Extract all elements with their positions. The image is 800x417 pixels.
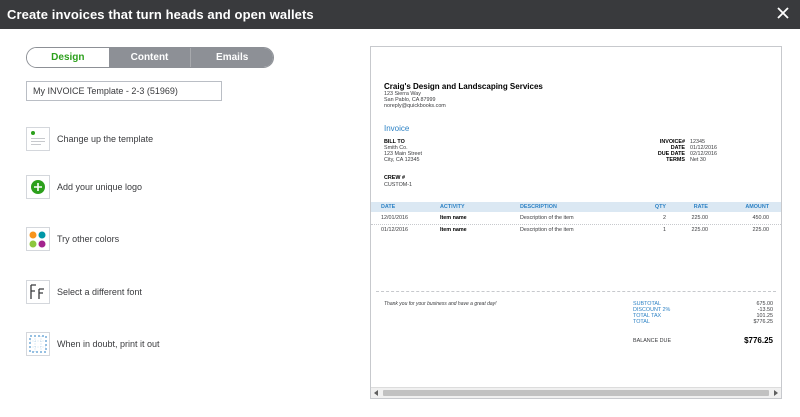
totals: SUBTOTAL 675.00 DISCOUNT 2% -13.50 TOTAL T… (633, 301, 773, 325)
invoice-heading: Invoice (384, 124, 410, 133)
cell-qty: 1 (663, 227, 666, 233)
footer-divider (376, 291, 776, 292)
palette-swatch (38, 240, 46, 248)
font-icon (26, 280, 50, 304)
template-name-input[interactable] (26, 81, 222, 101)
option-label: Add your unique logo (57, 182, 143, 192)
total-value: $776.25 (753, 319, 774, 325)
crew-value: CUSTOM-1 (384, 182, 413, 188)
option-change-template[interactable]: Change up the template (26, 126, 153, 152)
cell-description: Description of the item (520, 227, 574, 233)
cell-date: 12/01/2016 (381, 215, 408, 221)
palette-swatch (38, 231, 46, 239)
col-description: DESCRIPTION (520, 204, 557, 210)
company-name: Craig's Design and Landscaping Services (384, 82, 543, 91)
cell-amount: 225.00 (752, 227, 770, 233)
invoice-document: Craig's Design and Landscaping Services … (371, 47, 781, 387)
cell-rate: 225.00 (691, 215, 709, 221)
template-icon (26, 127, 50, 151)
cell-amount: 450.00 (752, 215, 770, 221)
tab-content[interactable]: Content (108, 48, 191, 67)
bill-to: BILL TO Smith Co. 123 Main Street City, … (384, 139, 422, 163)
palette-swatch (29, 240, 37, 248)
option-select-font[interactable]: Select a different font (26, 279, 142, 305)
print-icon (26, 332, 50, 356)
table-row: 12/01/2016 Item name Description of the … (371, 215, 781, 225)
add-logo-icon (26, 175, 50, 199)
option-add-logo[interactable]: Add your unique logo (26, 174, 142, 200)
cell-description: Description of the item (520, 215, 574, 221)
col-rate: RATE (693, 204, 708, 210)
crew-field: CREW # CUSTOM-1 (384, 175, 412, 189)
cell-rate: 225.00 (691, 227, 709, 233)
company-address: 123 Sierra Way San Pablo, CA 87999 norep… (384, 91, 446, 109)
col-activity: ACTIVITY (440, 204, 465, 210)
scroll-right-icon[interactable] (771, 389, 780, 397)
crew-label: CREW # (384, 175, 405, 181)
option-label: Change up the template (57, 134, 154, 144)
total-key: TOTAL (633, 319, 650, 325)
cell-activity: Item name (440, 227, 467, 233)
tab-design[interactable]: Design (27, 48, 109, 67)
table-row: 01/12/2016 Item name Description of the … (371, 227, 781, 237)
customize-tabs: Design Content Emails (26, 47, 274, 68)
tab-emails[interactable]: Emails (190, 48, 273, 67)
close-icon[interactable] (775, 5, 791, 21)
balance-due: BALANCE DUE $776.25 (633, 336, 773, 346)
option-label: Try other colors (57, 234, 120, 244)
cell-qty: 2 (663, 215, 666, 221)
bill-to-line: City, CA 12345 (384, 157, 420, 163)
horizontal-scrollbar[interactable] (371, 387, 781, 398)
color-palette-icon (26, 227, 50, 251)
window-title-bar: Create invoices that turn heads and open… (0, 0, 800, 29)
option-label: When in doubt, print it out (57, 339, 160, 349)
meta-row: TERMS Net 30 (631, 157, 717, 163)
cell-activity: Item name (440, 215, 467, 221)
thank-you-message: Thank you for your business and have a g… (384, 301, 497, 307)
balance-label: BALANCE DUE (633, 338, 672, 344)
invoice-meta: INVOICE# 12345 DATE 01/12/2016 DUE DATE 02/… (631, 139, 717, 163)
option-try-colors[interactable]: Try other colors (26, 226, 119, 252)
line-items-header: DATE ACTIVITY DESCRIPTION QTY RATE AMOUN… (371, 202, 781, 212)
window-title: Create invoices that turn heads and open… (7, 7, 314, 22)
col-date: DATE (381, 204, 396, 210)
invoice-preview: Craig's Design and Landscaping Services … (370, 46, 782, 399)
option-label: Select a different font (57, 287, 142, 297)
cell-date: 01/12/2016 (381, 227, 408, 233)
col-qty: QTY (654, 204, 666, 210)
balance-value: $776.25 (744, 336, 773, 345)
palette-swatch (29, 231, 37, 239)
col-amount: AMOUNT (745, 204, 769, 210)
meta-value: Net 30 (690, 157, 706, 163)
option-print[interactable]: When in doubt, print it out (26, 331, 160, 357)
scroll-left-icon[interactable] (372, 389, 381, 397)
address-line: noreply@quickbooks.com (384, 103, 446, 109)
total-row: TOTAL $776.25 (633, 319, 773, 325)
scrollbar-thumb[interactable] (383, 390, 769, 396)
meta-key: TERMS (666, 157, 685, 163)
